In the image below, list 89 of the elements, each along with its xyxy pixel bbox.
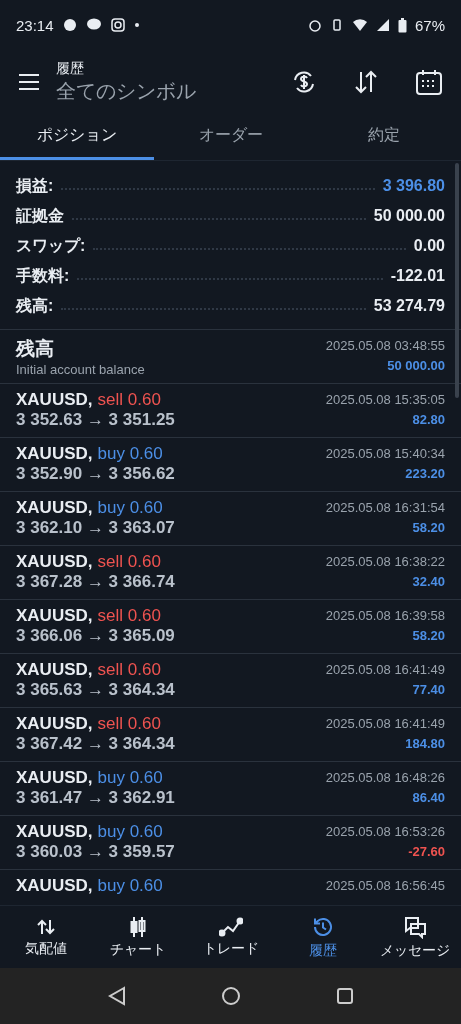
deal-profit: 184.80 (405, 736, 445, 751)
deal-profit: 82.80 (412, 412, 445, 427)
deal-profit: 58.20 (412, 628, 445, 643)
deal-profit: -27.60 (408, 844, 445, 859)
deal-prices: 3 367.42 → 3 364.34 (16, 734, 175, 754)
deal-time: 2025.05.08 03:48:55 (325, 338, 445, 353)
camera-app-icon (109, 17, 126, 33)
deal-side: buy 0.60 (97, 768, 163, 788)
balance-title: 残高 (16, 337, 54, 361)
calendar-icon (415, 68, 443, 96)
balance-comment: Initial account balance (16, 362, 145, 377)
nav-tab[interactable]: 履歴 (276, 906, 369, 968)
deal-time: 2025.05.08 16:41:49 (325, 662, 445, 677)
tab[interactable]: 約定 (307, 114, 461, 160)
deal-symbol: XAUUSD, (16, 714, 93, 734)
deal-profit: 32.40 (412, 574, 445, 589)
menu-icon (18, 73, 40, 91)
deal-symbol: XAUUSD, (16, 876, 93, 896)
deal-side: sell 0.60 (97, 606, 161, 626)
deal-side: buy 0.60 (97, 822, 163, 842)
deal-symbol: XAUUSD, (16, 498, 93, 518)
tab[interactable]: ポジション (0, 114, 154, 160)
wifi-icon (351, 18, 368, 32)
deal-prices: 3 361.47 → 3 362.91 (16, 788, 175, 808)
deal-profit: 58.20 (412, 520, 445, 535)
deal-time: 2025.05.08 16:48:26 (325, 770, 445, 785)
deal-side: buy 0.60 (97, 498, 163, 518)
deal-symbol: XAUUSD, (16, 606, 93, 626)
deal-time: 2025.05.08 16:39:58 (325, 608, 445, 623)
deal-symbol: XAUUSD, (16, 390, 93, 410)
summary-value: 53 274.79 (373, 297, 445, 315)
deal-time: 2025.05.08 16:56:45 (325, 878, 445, 893)
deal-symbol: XAUUSD, (16, 768, 93, 788)
summary-value: -122.01 (390, 267, 445, 285)
battery-icon (397, 17, 407, 33)
deal-profit: 86.40 (412, 790, 445, 805)
signal-icon (375, 18, 390, 32)
deal-symbol: XAUUSD, (16, 660, 93, 680)
summary-label: 残高: (16, 295, 54, 316)
deal-symbol: XAUUSD, (16, 822, 93, 842)
back-triangle-icon (107, 986, 126, 1006)
recents-square-icon (335, 987, 354, 1005)
deal-time: 2025.05.08 16:38:22 (325, 554, 445, 569)
nav-tab[interactable]: チャート (92, 906, 185, 968)
deal-prices: 3 352.90 → 3 356.62 (16, 464, 175, 484)
deal-side: sell 0.60 (97, 390, 161, 410)
clock-time: 23:14 (16, 16, 54, 34)
summary-value: 0.00 (413, 237, 445, 255)
deal-side: buy 0.60 (97, 876, 163, 896)
deal-side: buy 0.60 (97, 444, 163, 464)
deal-prices: 3 362.10 → 3 363.07 (16, 518, 175, 538)
deal-prices: 3 365.63 → 3 364.34 (16, 680, 175, 700)
deal-symbol: XAUUSD, (16, 444, 93, 464)
balance-amount: 50 000.00 (387, 358, 445, 373)
deal-prices: 3 366.06 → 3 365.09 (16, 626, 175, 646)
deal-time: 2025.05.08 16:31:54 (325, 500, 445, 515)
line-chart-icon (218, 916, 243, 937)
deal-time: 2025.05.08 16:41:49 (325, 716, 445, 731)
nav-tab[interactable]: トレード (184, 906, 277, 968)
candlestick-icon (128, 915, 149, 938)
alarm-icon (307, 18, 322, 32)
nav-tab[interactable]: 気配値 (0, 906, 93, 968)
symbol-filter[interactable]: 全てのシンボル (56, 77, 261, 105)
deal-time: 2025.05.08 16:53:26 (325, 824, 445, 839)
summary-value: 3 396.80 (382, 177, 445, 195)
deal-profit: 77.40 (412, 682, 445, 697)
deal-prices: 3 360.03 → 3 359.57 (16, 842, 175, 862)
deal-prices: 3 352.63 → 3 351.25 (16, 410, 175, 430)
deal-side: sell 0.60 (97, 660, 161, 680)
home-circle-icon (220, 986, 241, 1006)
tab[interactable]: オーダー (153, 114, 308, 160)
summary-label: スワップ: (16, 235, 86, 256)
deal-prices: 3 367.28 → 3 366.74 (16, 572, 175, 592)
dot-icon (133, 22, 140, 28)
nav-tab[interactable]: メッセージ (368, 906, 461, 968)
deal-time: 2025.05.08 15:40:34 (325, 446, 445, 461)
summary-label: 証拠金 (16, 205, 64, 226)
sort-arrows-icon (353, 70, 379, 94)
deal-time: 2025.05.08 15:35:05 (325, 392, 445, 407)
deal-symbol: XAUUSD, (16, 552, 93, 572)
deal-side: sell 0.60 (97, 714, 161, 734)
deal-side: sell 0.60 (97, 552, 161, 572)
screen-title: 履歴 (56, 59, 85, 78)
summary-value: 50 000.00 (373, 207, 445, 225)
summary-label: 手数料: (16, 265, 70, 286)
battery-percent: 67% (414, 16, 445, 34)
summary-label: 損益: (16, 175, 54, 196)
dollar-cycle-icon (291, 69, 317, 95)
deal-profit: 223.20 (405, 466, 445, 481)
